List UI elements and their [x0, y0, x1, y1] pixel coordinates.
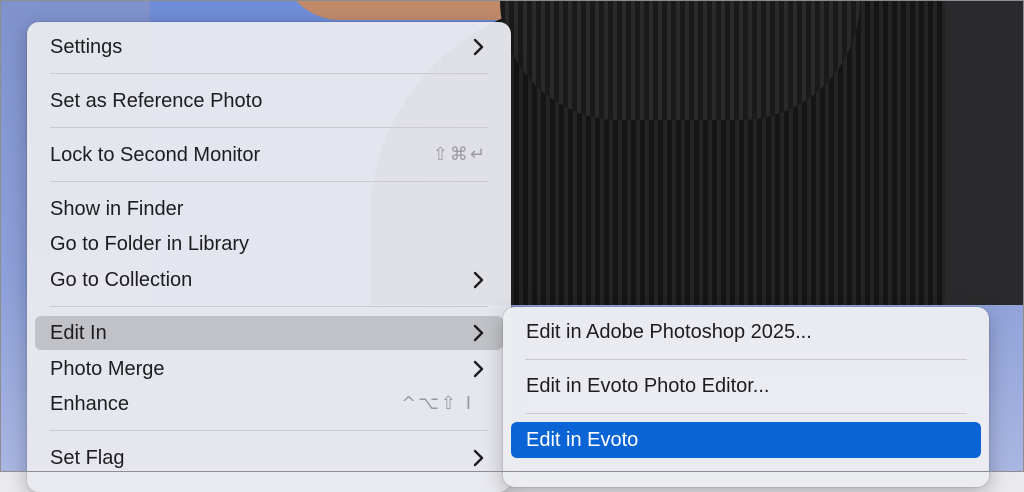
chevron-right-icon	[473, 449, 484, 467]
menu-item-lock-second-monitor[interactable]: Lock to Second Monitor ⇧⌘↵	[35, 138, 503, 172]
chevron-right-icon	[473, 324, 484, 342]
menu-item-enhance[interactable]: Enhance ^⌥⇧ I	[35, 387, 503, 421]
edit-in-submenu: Edit in Adobe Photoshop 2025... Edit in …	[503, 307, 989, 487]
menu-separator	[525, 413, 967, 414]
menu-separator	[50, 306, 488, 307]
menu-separator	[50, 73, 488, 74]
menu-item-show-in-finder[interactable]: Show in Finder	[35, 192, 503, 226]
menu-separator	[50, 181, 488, 182]
menu-item-label: Go to Folder in Library	[50, 232, 249, 255]
menu-item-set-flag[interactable]: Set Flag	[35, 441, 503, 475]
submenu-item-evoto[interactable]: Edit in Evoto	[511, 422, 981, 458]
menu-item-label: Settings	[50, 35, 123, 58]
submenu-item-label: Edit in Evoto Photo Editor...	[526, 374, 770, 397]
menu-item-label: Show in Finder	[50, 197, 184, 220]
chevron-right-icon	[473, 38, 484, 56]
menu-item-settings[interactable]: Settings	[35, 30, 503, 64]
menu-item-label: Go to Collection	[50, 268, 193, 291]
menu-item-edit-in[interactable]: Edit In	[35, 316, 503, 350]
menu-item-label: Photo Merge	[50, 357, 165, 380]
menu-item-label: Set as Reference Photo	[50, 89, 263, 112]
submenu-item-evoto-editor[interactable]: Edit in Evoto Photo Editor...	[511, 369, 981, 403]
submenu-item-label: Edit in Evoto	[526, 428, 639, 451]
menu-item-go-to-folder[interactable]: Go to Folder in Library	[35, 227, 503, 261]
menu-item-label: Edit In	[50, 321, 107, 344]
chevron-right-icon	[473, 360, 484, 378]
menu-item-set-reference-photo[interactable]: Set as Reference Photo	[35, 84, 503, 118]
menu-separator	[50, 127, 488, 128]
chevron-right-icon	[473, 271, 484, 289]
filmstrip-panel	[945, 0, 1024, 305]
menu-item-go-to-collection[interactable]: Go to Collection	[35, 263, 503, 297]
context-menu: Settings Set as Reference Photo Lock to …	[27, 22, 511, 492]
submenu-item-photoshop[interactable]: Edit in Adobe Photoshop 2025...	[511, 315, 981, 349]
menu-item-label: Set Flag	[50, 446, 125, 469]
menu-separator	[50, 430, 488, 431]
keyboard-shortcut: ⇧⌘↵	[432, 144, 487, 165]
menu-separator	[525, 359, 967, 360]
submenu-item-label: Edit in Adobe Photoshop 2025...	[526, 320, 812, 343]
menu-item-photo-merge[interactable]: Photo Merge	[35, 352, 503, 386]
keyboard-shortcut: ^⌥⇧ I	[401, 393, 473, 414]
